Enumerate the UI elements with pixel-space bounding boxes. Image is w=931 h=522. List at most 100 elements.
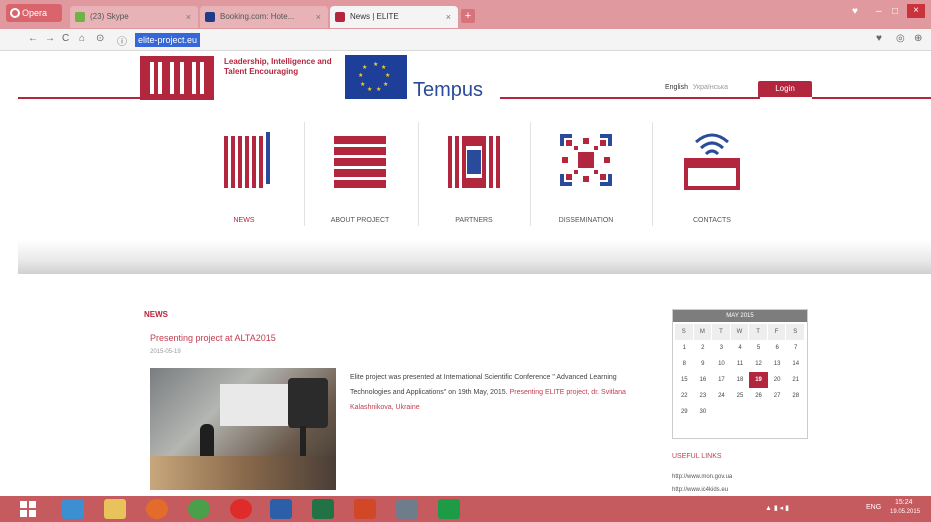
window-close-button[interactable]: × [907,4,925,18]
nav-partners[interactable]: PARTNERS [418,120,530,240]
calendar-day[interactable]: 3 [712,340,731,356]
news-article-date: 2015-05-19 [150,349,181,355]
news-article-title[interactable]: Presenting project at ALTA2015 [150,333,276,343]
calendar-day[interactable]: 9 [694,356,713,372]
nav-contacts[interactable]: CONTACTS [656,120,768,240]
calendar-day[interactable]: 15 [675,372,694,388]
calendar-day[interactable]: 20 [768,372,787,388]
tab-elite-news[interactable]: News | ELITE × [330,6,458,28]
maximize-icon[interactable]: □ [892,6,898,17]
tab-title: News | ELITE [350,12,399,21]
calendar-day[interactable]: 1 [675,340,694,356]
tab-close-icon[interactable]: × [186,6,191,28]
news-icon [224,132,270,188]
tray-icons[interactable]: ▲ ▮ ◂ ▮ [765,504,789,512]
windows-start-icon[interactable] [20,501,36,517]
calendar-weekday: W [730,324,750,340]
tab-title: Booking.com: Hote... [220,12,295,21]
speed-dial-icon[interactable]: ♥ [852,6,858,17]
calendar-day[interactable]: 26 [749,388,768,404]
header-line-far-right [812,97,931,99]
powerpoint-icon[interactable] [354,499,376,519]
calendar-day [749,404,768,420]
news-article-body: Elite project was presented at Internati… [350,370,640,415]
calendar-weekday: F [767,324,787,340]
nav-partners-label: PARTNERS [455,217,493,224]
internet-explorer-icon[interactable] [62,499,84,519]
tab-booking[interactable]: Booking.com: Hote... × [200,6,328,28]
calendar-day[interactable]: 2 [694,340,713,356]
calendar-weekday: T [712,324,731,340]
calendar-day[interactable]: 6 [768,340,787,356]
news-article-photo[interactable] [150,368,336,490]
elite-logo[interactable] [140,56,214,100]
header-line-left [18,97,140,99]
calendar-grid: S M T W T F S 1 2 3 4 5 6 7 8 9 10 11 12 13 14 15 16 17 18 19 20 21… [673,322,807,420]
calendar-weekday: M [693,324,713,340]
nav-about-project[interactable]: ABOUT PROJECT [304,120,416,240]
calendar-day[interactable]: 22 [675,388,694,404]
chrome-icon[interactable] [188,499,210,519]
calendar-day [786,404,805,420]
calendar-day[interactable]: 8 [675,356,694,372]
new-tab-button[interactable]: + [461,9,475,23]
home-icon[interactable]: ⌂ [79,33,85,44]
calendar-day[interactable]: 29 [675,404,694,420]
url-field[interactable]: elite-project.eu [135,33,201,47]
file-explorer-icon[interactable] [104,499,126,519]
forward-icon[interactable]: → [45,33,55,44]
calendar-day-today[interactable]: 19 [749,372,768,388]
calendar-day[interactable]: 23 [694,388,713,404]
site-info-icon[interactable]: ⊙ [96,33,104,44]
calendar-day[interactable]: 27 [768,388,787,404]
nav-news[interactable]: NEWS [188,120,300,240]
calendar-day[interactable]: 16 [694,372,713,388]
calendar-day[interactable]: 25 [731,388,750,404]
excel-icon[interactable] [312,499,334,519]
tray-language[interactable]: ENG [866,504,881,511]
calendar-day[interactable]: 24 [712,388,731,404]
bookmark-heart-icon[interactable]: ♥ [876,33,882,44]
calendar-widget: MAY 2015 S M T W T F S 1 2 3 4 5 6 7 8 9 10 11 12 13 14 15 16 1… [672,309,808,439]
tray-clock-time[interactable]: 15:24 [895,499,913,506]
project-icon[interactable] [438,499,460,519]
calendar-day[interactable]: 17 [712,372,731,388]
tab-close-icon[interactable]: × [446,6,451,28]
nav-dissemination[interactable]: DISSEMINATION [530,120,642,240]
opera-taskbar-icon[interactable] [230,499,252,519]
header-line-right [500,97,760,99]
about-icon [334,136,386,188]
calendar-day[interactable]: 21 [786,372,805,388]
dissemination-icon [560,134,612,186]
skype-taskbar-icon[interactable] [396,499,418,519]
reload-icon[interactable]: C [62,33,69,44]
opera-menu-label: Opera [22,8,48,18]
calendar-day[interactable]: 7 [786,340,805,356]
lang-english-link[interactable]: English [665,84,688,91]
calendar-day[interactable]: 28 [786,388,805,404]
calendar-day[interactable]: 12 [749,356,768,372]
useful-link[interactable]: http://www.mon.gov.ua [672,474,732,480]
login-button[interactable]: Login [758,81,812,97]
security-icon: ⓘ [117,37,127,48]
firefox-icon[interactable] [146,499,168,519]
tab-skype[interactable]: (23) Skype × [70,6,198,28]
lang-ukrainian-link[interactable]: Українська [693,84,728,91]
download-icon[interactable]: ⊕ [914,33,922,44]
tab-close-icon[interactable]: × [316,6,321,28]
calendar-day[interactable]: 13 [768,356,787,372]
opera-menu-button[interactable]: Opera [6,4,62,22]
useful-link[interactable]: http://www.ic4kids.eu [672,487,728,493]
minimize-icon[interactable]: – [876,6,882,17]
back-icon[interactable]: ← [28,33,38,44]
word-icon[interactable] [270,499,292,519]
calendar-day[interactable]: 30 [694,404,713,420]
calendar-day[interactable]: 18 [731,372,750,388]
calendar-day[interactable]: 14 [786,356,805,372]
stash-icon[interactable]: ◎ [896,33,905,44]
calendar-day[interactable]: 11 [731,356,750,372]
calendar-day[interactable]: 10 [712,356,731,372]
calendar-day[interactable]: 4 [731,340,750,356]
calendar-day[interactable]: 5 [749,340,768,356]
tray-clock-date[interactable]: 19.05.2015 [890,509,920,515]
